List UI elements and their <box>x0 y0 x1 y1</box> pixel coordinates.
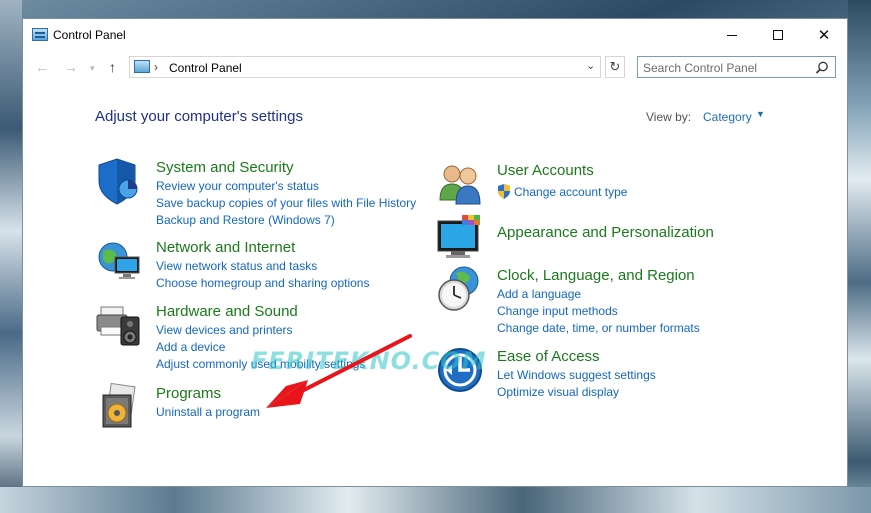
view-by-caret-icon[interactable]: ▼ <box>756 109 765 119</box>
link-change-account-type[interactable]: Change account type <box>514 185 627 199</box>
up-arrow-icon[interactable]: ↑ <box>109 59 116 75</box>
maximize-button[interactable] <box>755 19 801 51</box>
system-security-title[interactable]: System and Security <box>156 159 294 176</box>
programs-title[interactable]: Programs <box>156 385 221 402</box>
link-file-history[interactable]: Save backup copies of your files with Fi… <box>156 196 416 210</box>
network-globe-icon[interactable] <box>95 237 143 285</box>
breadcrumb-separator-icon[interactable]: › <box>154 60 158 74</box>
address-dropdown-icon[interactable]: ⌄ <box>586 59 595 72</box>
navigation-bar: ← → ▾ ↑ › Control Panel ⌄ ↻ Search Contr… <box>23 55 847 81</box>
watermark-text: FERITEKNO.COM <box>251 347 487 375</box>
close-button[interactable]: ✕ <box>801 19 847 51</box>
search-icon[interactable] <box>814 60 830 76</box>
view-by-dropdown[interactable]: Category <box>703 110 752 124</box>
link-backup-restore[interactable]: Backup and Restore (Windows 7) <box>156 213 335 227</box>
network-internet-title[interactable]: Network and Internet <box>156 239 295 256</box>
user-accounts-title[interactable]: User Accounts <box>497 162 594 179</box>
desktop-wallpaper-left <box>0 0 22 513</box>
control-panel-icon <box>32 28 48 41</box>
programs-disc-icon[interactable] <box>95 383 143 431</box>
refresh-icon[interactable]: ↻ <box>605 56 625 78</box>
address-control-panel-icon <box>134 60 150 73</box>
link-devices-printers[interactable]: View devices and printers <box>156 323 293 337</box>
search-input[interactable]: Search Control Panel <box>643 61 757 75</box>
view-by-label: View by: <box>646 110 692 124</box>
link-uninstall-program[interactable]: Uninstall a program <box>156 405 260 419</box>
recent-locations-chevron-icon[interactable]: ▾ <box>90 63 95 74</box>
link-network-status[interactable]: View network status and tasks <box>156 259 317 273</box>
link-homegroup[interactable]: Choose homegroup and sharing options <box>156 276 369 290</box>
control-panel-window: Control Panel ✕ ← → ▾ ↑ › Control Panel … <box>22 18 848 487</box>
maximize-icon <box>773 30 783 40</box>
shield-icon[interactable] <box>95 157 143 205</box>
appearance-title[interactable]: Appearance and Personalization <box>497 224 714 241</box>
address-bar[interactable]: › Control Panel ⌄ <box>129 56 601 78</box>
minimize-icon <box>727 34 737 36</box>
printer-speaker-icon[interactable] <box>95 301 143 349</box>
monitor-palette-icon[interactable] <box>436 215 484 263</box>
link-optimize-display[interactable]: Optimize visual display <box>497 385 619 399</box>
hardware-sound-title[interactable]: Hardware and Sound <box>156 303 298 320</box>
clock-globe-icon[interactable] <box>436 265 484 313</box>
minimize-button[interactable] <box>709 19 755 51</box>
title-bar[interactable]: Control Panel ✕ <box>23 19 847 51</box>
breadcrumb-control-panel[interactable]: Control Panel <box>169 61 242 75</box>
desktop-wallpaper-right <box>848 0 871 513</box>
link-windows-suggest[interactable]: Let Windows suggest settings <box>497 368 656 382</box>
link-date-formats[interactable]: Change date, time, or number formats <box>497 321 700 335</box>
back-arrow-icon[interactable]: ← <box>35 59 49 75</box>
clock-region-title[interactable]: Clock, Language, and Region <box>497 267 695 284</box>
window-title: Control Panel <box>53 28 126 42</box>
ease-access-title[interactable]: Ease of Access <box>497 348 600 365</box>
desktop-wallpaper-bottom <box>0 487 871 513</box>
link-add-language[interactable]: Add a language <box>497 287 581 301</box>
forward-arrow-icon[interactable]: → <box>64 59 78 75</box>
link-add-device[interactable]: Add a device <box>156 340 225 354</box>
search-box[interactable]: Search Control Panel <box>637 56 836 78</box>
link-review-status[interactable]: Review your computer's status <box>156 179 319 193</box>
link-change-input[interactable]: Change input methods <box>497 304 618 318</box>
page-title: Adjust your computer's settings <box>95 108 303 125</box>
users-icon[interactable] <box>436 160 484 208</box>
close-icon: ✕ <box>817 27 831 44</box>
uac-shield-icon <box>498 184 510 199</box>
